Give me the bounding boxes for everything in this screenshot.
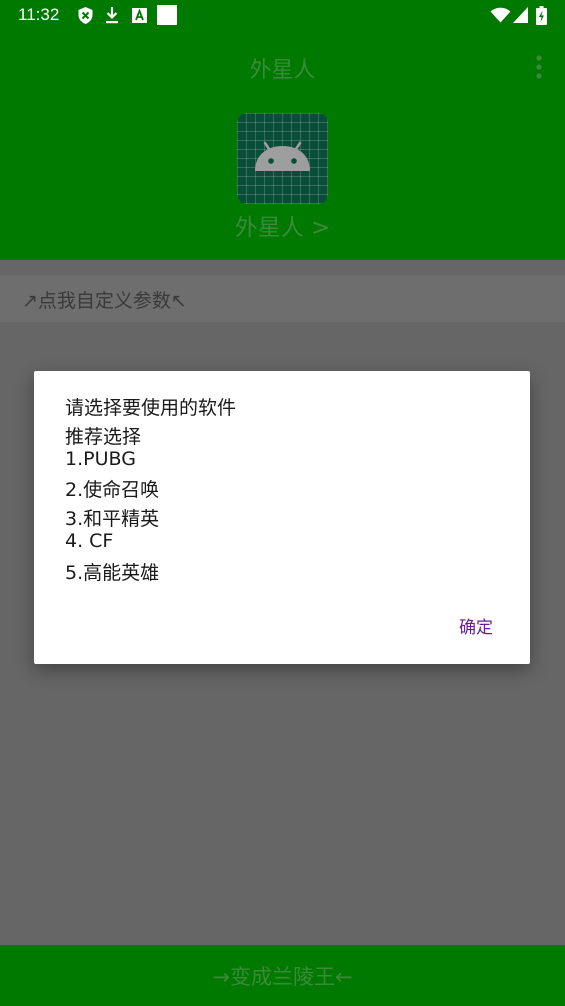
software-select-dialog: 请选择要使用的软件 推荐选择 1.PUBG 2.使命召唤 3.和平精英 4. C… — [34, 371, 530, 664]
dialog-line: 请选择要使用的软件 — [65, 397, 237, 419]
app-title: 外星人 — [249, 58, 316, 83]
app-icon[interactable] — [237, 113, 328, 204]
confirm-button[interactable]: 确定 — [459, 613, 493, 638]
dialog-line: 5.高能英雄 — [65, 562, 160, 584]
dialog-line: 推荐选择 — [65, 426, 142, 448]
shield-icon — [77, 6, 93, 24]
app-header: 外星人 外星人 > — [0, 30, 565, 260]
download-icon — [104, 6, 120, 24]
become-lanlingwang-button[interactable]: →变成兰陵王← — [0, 961, 565, 991]
battery-charging-icon — [535, 5, 547, 25]
status-bar: 11:32 — [0, 0, 565, 30]
dialog-line: 1.PUBG — [65, 448, 136, 470]
android-robot-icon — [237, 113, 328, 204]
custom-params-row[interactable]: ↗点我自定义参数↖ — [0, 275, 565, 322]
app-name-link[interactable]: 外星人 > — [0, 208, 565, 242]
custom-params-label: ↗点我自定义参数↖ — [22, 290, 187, 312]
white-square-icon — [157, 5, 177, 25]
wifi-icon — [489, 6, 511, 24]
status-time: 11:32 — [18, 5, 60, 24]
dialog-line: 3.和平精英 — [65, 508, 160, 530]
cell-signal-icon — [512, 6, 528, 24]
dialog-line: 4. CF — [65, 530, 114, 552]
a-box-icon — [131, 6, 147, 24]
bottom-action-bar[interactable]: →变成兰陵王← — [0, 945, 565, 1006]
dialog-line: 2.使命召唤 — [65, 479, 160, 501]
more-vert-icon[interactable] — [535, 54, 543, 80]
